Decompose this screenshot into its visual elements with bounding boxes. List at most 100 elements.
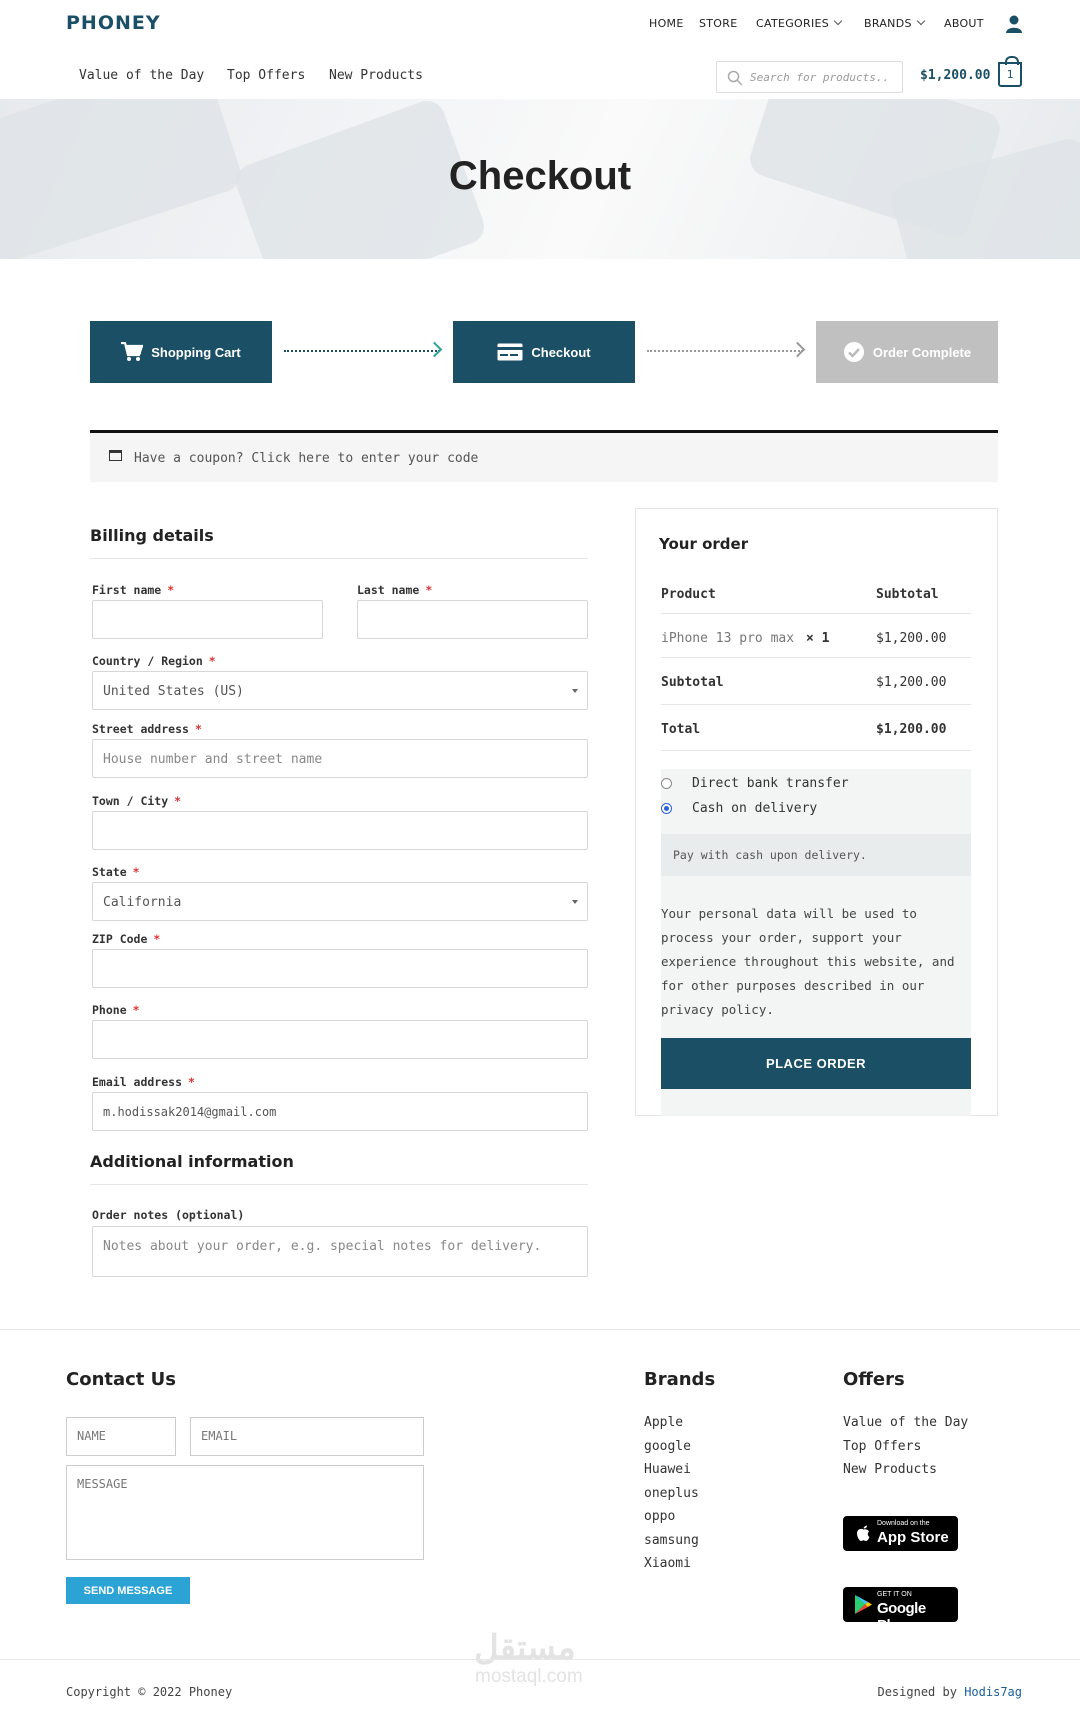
app-store-badge[interactable]: Download on the App Store [843, 1516, 958, 1551]
country-select[interactable]: United States (US) [92, 671, 588, 710]
brand-link-oneplus[interactable]: oneplus [644, 1486, 699, 1501]
search-input[interactable]: Search for products.. [716, 61, 903, 93]
divider [0, 1659, 1080, 1660]
brand-link-samsung[interactable]: samsung [644, 1533, 699, 1548]
nav-about[interactable]: ABOUT [944, 17, 984, 30]
search-icon [727, 70, 743, 86]
order-item-price: $1,200.00 [876, 631, 947, 646]
required-mark: * [132, 865, 140, 879]
city-label-text: Town / City [92, 794, 169, 808]
nav-brands[interactable]: BRANDS [864, 16, 925, 30]
total-value: $1,200.00 [876, 722, 947, 737]
street-label-text: Street address [92, 722, 189, 736]
cart-total[interactable]: $1,200.00 [920, 68, 990, 83]
order-item-qty: × 1 [806, 631, 830, 646]
col-product-header: Product [661, 587, 716, 602]
site-logo[interactable]: PHONEY [66, 12, 161, 34]
arrow-right-icon [426, 341, 443, 358]
check-circle-icon [843, 342, 864, 362]
page-title: Checkout [448, 154, 632, 198]
email-field[interactable]: m.hodissak2014@gmail.com [92, 1092, 588, 1131]
apple-icon [857, 1525, 870, 1541]
required-mark: * [188, 1075, 195, 1089]
contact-message-placeholder: MESSAGE [77, 1477, 128, 1491]
privacy-line: Your personal data will be used to [661, 906, 917, 921]
offer-link-new-products[interactable]: New Products [843, 1462, 937, 1477]
city-field[interactable] [92, 811, 588, 850]
billing-title: Billing details [90, 526, 214, 545]
step-order-complete[interactable]: Order Complete [816, 321, 998, 383]
zip-field[interactable] [92, 949, 588, 988]
step-checkout-label: Checkout [531, 344, 591, 360]
subtotal-label: Subtotal [661, 675, 724, 690]
divider [661, 657, 971, 658]
step-connector [284, 350, 440, 352]
payment-bank-radio[interactable] [661, 778, 672, 789]
nav-categories[interactable]: CATEGORIES [756, 16, 843, 30]
send-message-button[interactable]: SEND MESSAGE [66, 1577, 190, 1604]
nav-store[interactable]: STORE [699, 17, 737, 30]
last-name-field[interactable] [357, 600, 588, 639]
first-name-field[interactable] [92, 600, 323, 639]
user-icon[interactable] [1006, 15, 1022, 33]
street-address-field[interactable]: House number and street name [92, 739, 588, 778]
contact-email-input[interactable]: EMAIL [190, 1417, 424, 1456]
copyright-text: Copyright © 2022 Phoney [66, 1685, 233, 1699]
step-checkout[interactable]: Checkout [453, 321, 635, 383]
contact-name-placeholder: NAME [77, 1429, 106, 1443]
subnav-new-products[interactable]: New Products [329, 68, 423, 83]
state-label: State * [92, 865, 140, 879]
coupon-link[interactable]: Have a coupon? Click here to enter your … [134, 451, 478, 466]
total-label: Total [661, 722, 701, 737]
brand-link-oppo[interactable]: oppo [644, 1509, 675, 1524]
required-mark: * [425, 583, 433, 597]
cart-icon [121, 342, 144, 361]
card-icon [497, 343, 524, 361]
privacy-line: experience throughout this website, and [661, 954, 955, 969]
coupon-notice[interactable]: Have a coupon? Click here to enter your … [90, 430, 998, 482]
watermark-sub: mostaql.com [475, 1666, 583, 1687]
order-notes-field[interactable]: Notes about your order, e.g. special not… [92, 1226, 588, 1277]
order-notes-label: Order notes (optional) [92, 1208, 245, 1222]
phone-field[interactable] [92, 1020, 588, 1059]
nav-categories-label: CATEGORIES [756, 17, 830, 30]
google-play-small-text: GET IT ON [877, 1591, 912, 1598]
order-notes-placeholder: Notes about your order, e.g. special not… [103, 1239, 542, 1254]
brand-link-apple[interactable]: Apple [644, 1415, 683, 1430]
contact-message-input[interactable]: MESSAGE [66, 1465, 424, 1560]
step-shopping-cart[interactable]: Shopping Cart [90, 321, 272, 383]
bag-icon[interactable]: 1 [998, 56, 1022, 87]
brand-link-huawei[interactable]: Huawei [644, 1462, 691, 1477]
designer-link[interactable]: Hodis7ag [964, 1685, 1022, 1699]
offer-link-value-of-day[interactable]: Value of the Day [843, 1415, 968, 1430]
order-item-name: iPhone 13 pro max [661, 631, 795, 646]
email-label-text: Email address [92, 1075, 183, 1089]
payment-bank-label[interactable]: Direct bank transfer [692, 776, 849, 791]
country-label-text: Country / Region [92, 654, 203, 668]
step-order-complete-label: Order Complete [872, 344, 972, 360]
email-value: m.hodissak2014@gmail.com [103, 1105, 277, 1119]
place-order-button[interactable]: PLACE ORDER [661, 1038, 971, 1089]
google-play-text: Google Play [877, 1600, 926, 1634]
payment-cod-label[interactable]: Cash on delivery [692, 801, 817, 816]
payment-cod-radio[interactable] [661, 803, 672, 814]
privacy-policy-link[interactable]: privacy policy. [661, 998, 955, 1022]
brand-link-google[interactable]: google [644, 1439, 691, 1454]
brand-link-xiaomi[interactable]: Xiaomi [644, 1556, 691, 1571]
google-play-badge[interactable]: GET IT ON Google Play [843, 1587, 958, 1634]
hero-banner: Checkout [0, 99, 1080, 259]
contact-name-input[interactable]: NAME [66, 1417, 176, 1456]
offer-link-top-offers[interactable]: Top Offers [843, 1439, 921, 1454]
divider [661, 613, 971, 614]
subnav-top-offers[interactable]: Top Offers [227, 68, 305, 83]
brands-title: Brands [644, 1369, 716, 1390]
subnav-value-of-day[interactable]: Value of the Day [79, 68, 204, 83]
offers-title: Offers [843, 1369, 905, 1390]
calendar-icon [109, 450, 122, 461]
state-select[interactable]: California [92, 882, 588, 921]
app-store-small-text: Download on the [877, 1520, 930, 1527]
nav-home[interactable]: HOME [649, 17, 684, 30]
designed-by: Designed by Hodis7ag [877, 1685, 1022, 1699]
cod-description: Pay with cash upon delivery. [673, 848, 867, 862]
col-subtotal-header: Subtotal [876, 587, 939, 602]
